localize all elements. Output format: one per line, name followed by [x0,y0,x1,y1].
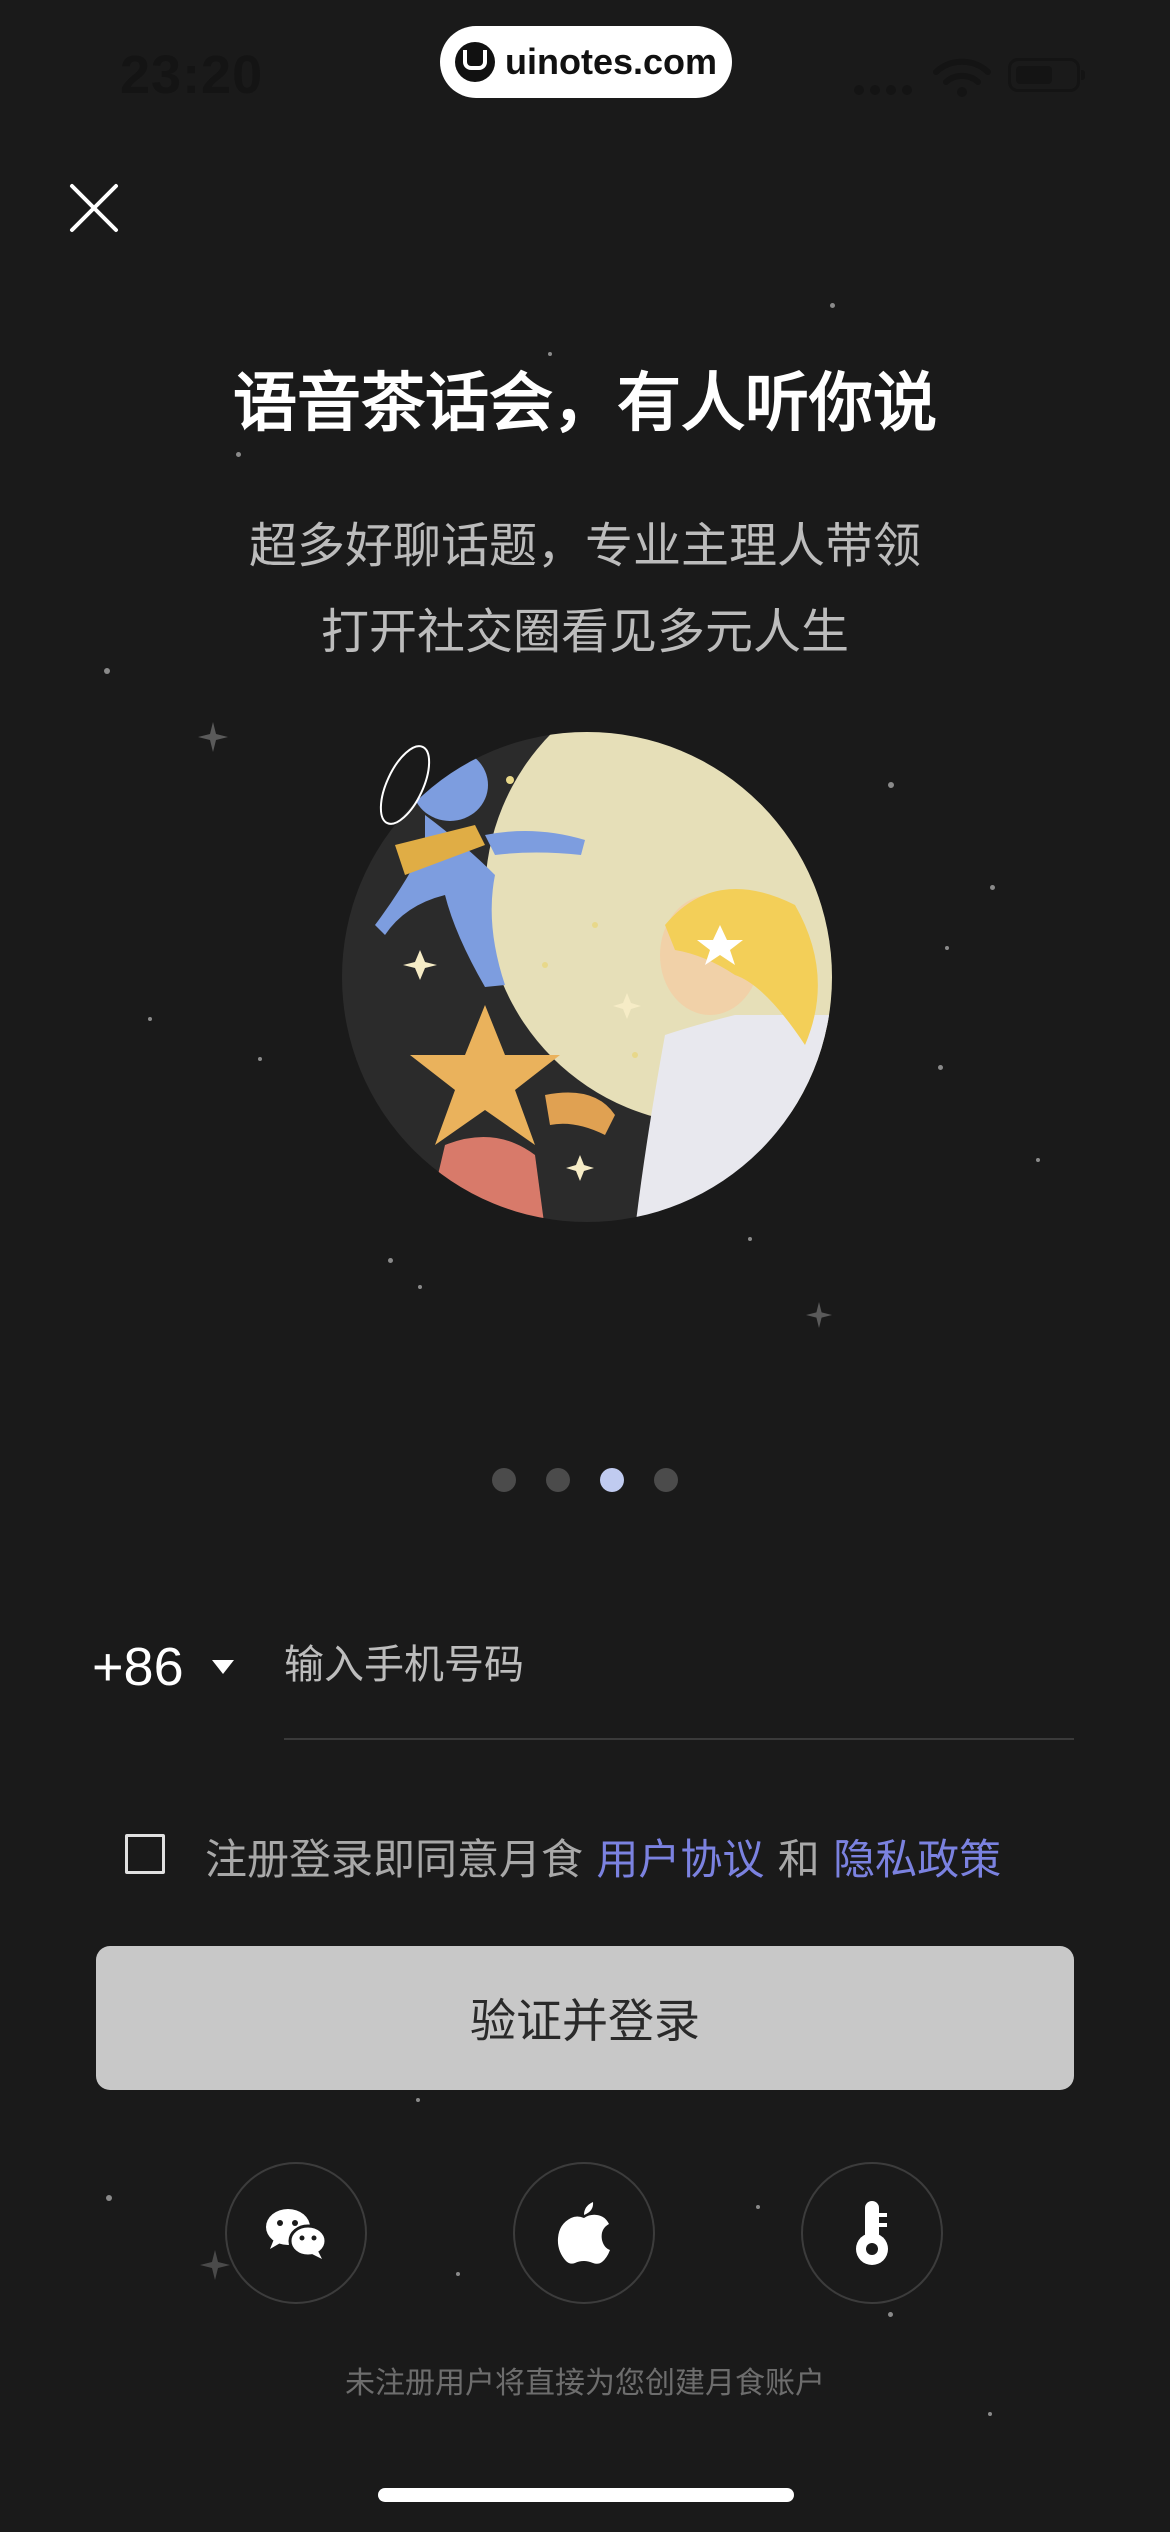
home-indicator[interactable] [378,2488,794,2502]
watermark-badge: uinotes.com [440,26,732,98]
phone-input-underline [284,1738,1074,1740]
sparkle-icon [200,2250,230,2280]
onboarding-pager [492,1468,678,1492]
verify-login-button[interactable]: 验证并登录 [96,1946,1074,2090]
agreement-prefix: 注册登录即同意月食 [205,1835,597,1884]
pager-dot[interactable] [654,1468,678,1492]
battery-icon [1008,58,1085,92]
wifi-icon [933,58,991,97]
watermark-text: uinotes.com [504,41,718,82]
wechat-icon [266,2209,328,2259]
pager-dot[interactable] [600,1468,624,1492]
star-dot [990,885,995,890]
agreement-text: 注册登录即同意月食 用户协议 和 隐私政策 [205,1826,1001,1887]
star-dot [236,452,241,457]
user-agreement-link[interactable]: 用户协议 [596,1835,764,1884]
star-dot [106,2195,112,2201]
apple-icon [557,2202,610,2264]
third-party-login-button[interactable] [801,2162,943,2304]
star-dot [416,2098,420,2102]
star-dot [456,2272,460,2276]
close-button[interactable] [62,176,126,240]
country-code-selector[interactable]: +86 [92,1636,234,1698]
phone-number-input[interactable] [284,1630,1074,1700]
sparkle-icon [806,1302,832,1328]
star-dot [830,303,835,308]
intro-illustration [342,732,832,1222]
country-code-value: +86 [92,1637,184,1697]
star-dot [258,1057,262,1061]
intro-subline: 超多好聊话题，专业主理人带领 [248,518,921,574]
star-dot [104,668,110,674]
close-icon [70,184,118,232]
star-dot [388,1258,393,1263]
wechat-login-button[interactable] [225,2162,367,2304]
pager-dot[interactable] [492,1468,516,1492]
star-dot [938,1065,943,1070]
intro-headline: 语音茶话会，有人听你说 [233,367,937,441]
star-dot [945,946,949,950]
privacy-policy-link[interactable]: 隐私政策 [833,1835,1001,1884]
intro-subline: 打开社交圈看见多元人生 [320,604,849,660]
star-dot [148,1017,152,1021]
star-dot [756,2205,760,2209]
watermark-logo-icon [454,42,495,82]
thermometer-icon [856,2201,888,2265]
agreement-checkbox[interactable] [125,1834,165,1874]
pager-dot[interactable] [546,1468,570,1492]
star-dot [888,2312,893,2317]
star-dot [988,2412,992,2416]
sparkle-icon [198,722,228,752]
star-dot [1036,1158,1040,1162]
star-dot [418,1285,422,1289]
cellular-signal-icon [854,85,912,95]
caret-down-icon [211,1660,234,1674]
status-time: 23:20 [120,45,264,105]
star-dot [888,782,894,788]
footer-note: 未注册用户将直接为您创建月食账户 [345,2366,825,2401]
apple-login-button[interactable] [513,2162,655,2304]
star-dot [748,1237,752,1241]
agreement-conjunction: 和 [764,1835,834,1884]
